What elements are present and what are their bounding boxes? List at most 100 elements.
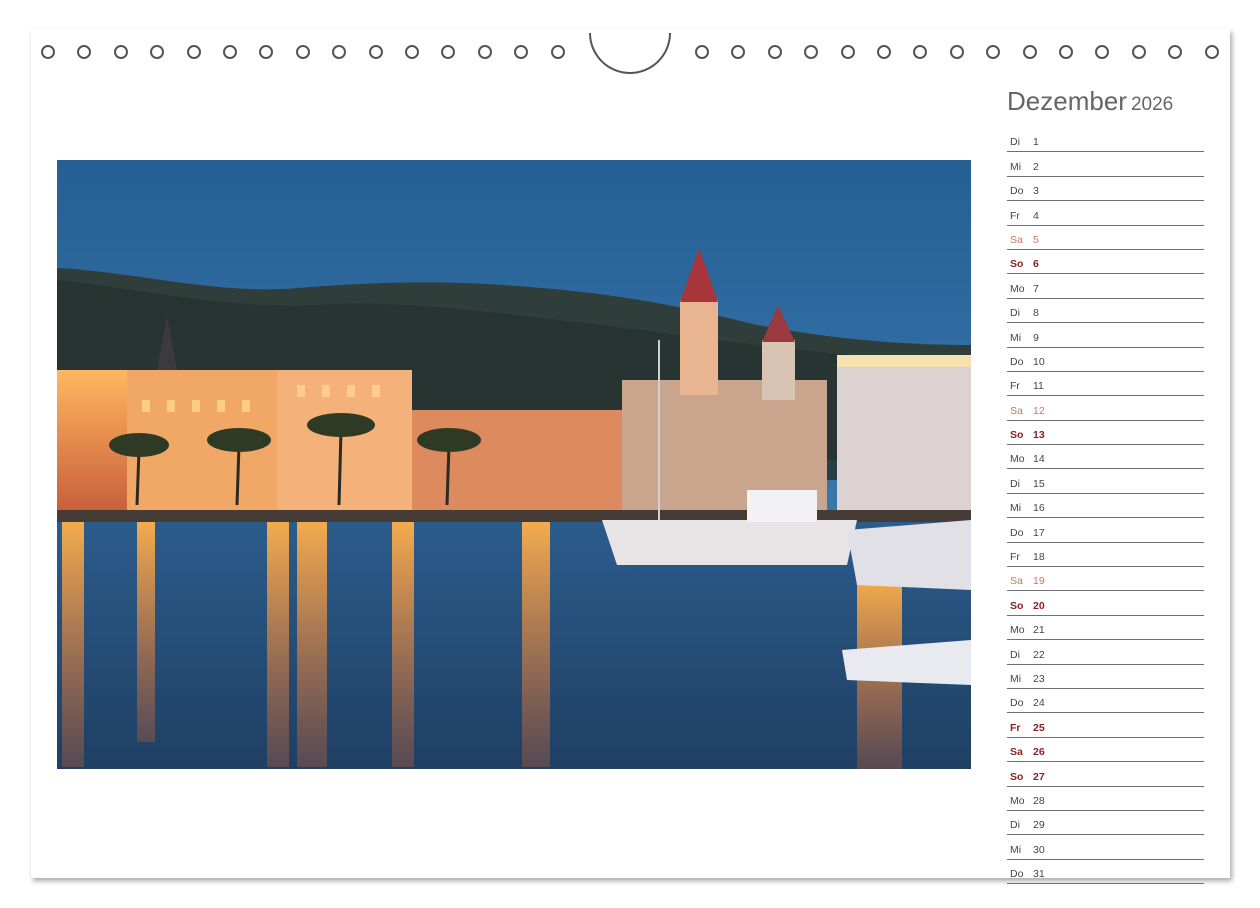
day-row: Fr 18 (1007, 543, 1204, 568)
day-row: Mo 28 (1007, 787, 1204, 811)
day-number: 21 (1033, 624, 1045, 637)
day-row: Mo 21 (1007, 616, 1204, 641)
day-row: So 27 (1007, 762, 1204, 787)
day-number: 30 (1033, 843, 1045, 856)
weekday-label: Sa (1010, 575, 1023, 588)
day-row: So 20 (1007, 591, 1204, 616)
day-number: 14 (1033, 453, 1045, 466)
weekday-label: Do (1010, 185, 1024, 198)
weekday-label: Do (1010, 526, 1024, 539)
weekday-label: Mi (1010, 502, 1022, 515)
weekday-label: So (1010, 599, 1024, 612)
day-number: 23 (1033, 672, 1045, 685)
weekday-label: Mo (1010, 282, 1025, 295)
day-row: Di 1 (1007, 128, 1204, 153)
weekday-label: Do (1010, 355, 1024, 368)
day-row: Mo 14 (1007, 445, 1204, 470)
binding-ring (405, 45, 419, 59)
day-row: Mi 30 (1007, 835, 1204, 860)
day-number: 16 (1033, 502, 1045, 515)
day-row: Di 29 (1007, 811, 1204, 836)
day-number: 12 (1033, 404, 1045, 417)
month-name: Dezember (1007, 86, 1127, 116)
day-row: Sa 12 (1007, 396, 1204, 421)
weekday-label: Fr (1010, 209, 1020, 222)
day-row: Fr 11 (1007, 372, 1204, 397)
day-number: 26 (1033, 746, 1045, 759)
day-number: 17 (1033, 526, 1045, 539)
day-row: Mi 9 (1007, 323, 1204, 348)
day-row: Do 24 (1007, 689, 1204, 714)
calendar-photo (57, 160, 971, 769)
binding-ring (840, 45, 855, 59)
day-row: Di 15 (1007, 469, 1204, 494)
day-row: Sa 19 (1007, 567, 1204, 592)
day-row: Fr 4 (1007, 201, 1204, 226)
day-number: 31 (1033, 868, 1045, 881)
day-number: 1 (1033, 136, 1039, 149)
binding-ring (949, 45, 964, 59)
day-row: So 6 (1007, 250, 1204, 275)
binding-ring (877, 45, 891, 59)
day-row: Mi 16 (1007, 494, 1204, 519)
day-row: Do 10 (1007, 348, 1204, 372)
weekday-label: Mo (1010, 453, 1025, 466)
day-number: 6 (1033, 258, 1039, 271)
day-number: 10 (1033, 355, 1045, 368)
binding-ring (1131, 45, 1146, 59)
weekday-label: Mo (1010, 794, 1025, 807)
weekday-label: Di (1010, 819, 1020, 832)
binding-ring (113, 45, 128, 59)
day-row: Do 31 (1007, 860, 1204, 885)
day-number: 19 (1033, 575, 1045, 588)
weekday-label: Sa (1010, 746, 1023, 759)
day-number: 20 (1033, 599, 1045, 612)
day-number: 22 (1033, 648, 1045, 661)
day-number: 27 (1033, 770, 1045, 783)
day-row: Mi 23 (1007, 665, 1204, 689)
day-row: Di 22 (1007, 640, 1204, 665)
day-number: 29 (1033, 819, 1045, 832)
weekday-label: Sa (1010, 404, 1023, 417)
weekday-label: So (1010, 258, 1024, 271)
weekday-label: Mo (1010, 624, 1025, 637)
binding-ring (695, 45, 709, 59)
day-row: Mo 7 (1007, 274, 1204, 299)
weekday-label: Di (1010, 477, 1020, 490)
weekday-label: Di (1010, 307, 1020, 320)
day-number: 25 (1033, 721, 1045, 734)
day-number: 5 (1033, 233, 1039, 246)
binding-ring (295, 45, 310, 59)
binding-ring (767, 45, 782, 59)
weekday-label: Sa (1010, 233, 1023, 246)
weekday-label: Di (1010, 136, 1020, 149)
day-number: 9 (1033, 331, 1039, 344)
binding-ring (368, 45, 383, 59)
binding-ring (186, 45, 201, 59)
day-number: 15 (1033, 477, 1045, 490)
weekday-label: Mi (1010, 672, 1022, 685)
day-row: Do 17 (1007, 518, 1204, 543)
binding-ring (1022, 45, 1037, 59)
weekday-label: Do (1010, 697, 1024, 710)
weekday-label: Fr (1010, 721, 1021, 734)
binding-ring (1204, 45, 1219, 59)
day-number: 4 (1033, 209, 1039, 222)
binding-ring (550, 45, 565, 59)
day-row: Sa 5 (1007, 226, 1204, 250)
weekday-label: Di (1010, 648, 1020, 661)
binding-ring (223, 45, 237, 59)
weekday-label: Fr (1010, 551, 1020, 564)
day-number: 3 (1033, 185, 1039, 198)
day-row: Mi 2 (1007, 152, 1204, 177)
day-list: Di 1 Mi 2 Do 3 Fr 4 Sa 5 So 6 Mo 7 Di 8 Mi 9 Do 10 Fr 11 Sa 12 S… (1007, 128, 1204, 885)
weekday-label: Fr (1010, 380, 1020, 393)
day-number: 18 (1033, 551, 1045, 564)
binding-ring (477, 45, 492, 59)
day-number: 7 (1033, 282, 1039, 295)
day-row: Di 8 (1007, 299, 1204, 324)
day-row: Do 3 (1007, 177, 1204, 202)
weekday-label: Mi (1010, 331, 1022, 344)
day-row: Sa 26 (1007, 738, 1204, 763)
weekday-label: Mi (1010, 843, 1022, 856)
